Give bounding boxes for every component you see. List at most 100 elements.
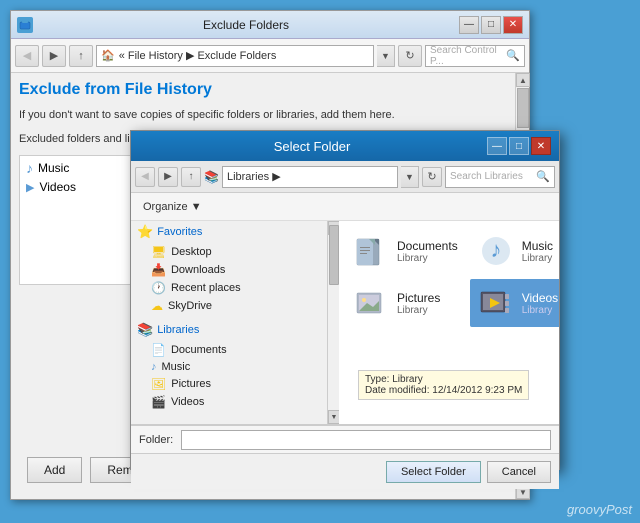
- add-button[interactable]: Add: [27, 457, 82, 483]
- main-window-icon: [17, 17, 33, 33]
- downloads-icon: 📥: [151, 263, 166, 277]
- main-address-bar: ◀ ▶ ↑ 🏠 « File History ▶ Exclude Folders…: [11, 39, 529, 73]
- library-item-music[interactable]: ♪ Music Library: [470, 227, 559, 275]
- dialog-buttons: Select Folder Cancel: [131, 453, 559, 489]
- videos-lib-title: Videos: [522, 291, 558, 305]
- nav-item-pictures[interactable]: 🖼 Pictures: [131, 375, 327, 393]
- dialog-close-button[interactable]: ✕: [531, 137, 551, 155]
- documents-lib-subtitle: Library: [397, 253, 458, 264]
- dialog-minimize-button[interactable]: —: [487, 137, 507, 155]
- nav-desktop-label: Desktop: [171, 246, 211, 258]
- dialog-search-box[interactable]: Search Libraries 🔍: [445, 166, 555, 188]
- dialog-search-placeholder: Search Libraries: [450, 171, 523, 182]
- library-item-videos[interactable]: Videos Library: [470, 279, 559, 327]
- music-icon: ♪: [26, 160, 33, 176]
- nav-scrollbar-thumb[interactable]: [329, 225, 339, 285]
- address-breadcrumb[interactable]: 🏠 « File History ▶ Exclude Folders: [96, 45, 374, 67]
- dialog-address-icon: 📚: [204, 170, 219, 184]
- tooltip-type: Type: Library: [365, 374, 522, 385]
- nav-libraries-header[interactable]: 📚 Libraries: [131, 319, 327, 341]
- nav-libraries-label: Libraries: [157, 324, 199, 336]
- nav-favorites-header[interactable]: ⭐ Favorites: [131, 221, 327, 243]
- videos-lib-text: Videos Library: [522, 291, 558, 316]
- tooltip: Type: Library Date modified: 12/14/2012 …: [358, 370, 529, 400]
- pictures-lib-title: Pictures: [397, 291, 440, 305]
- dialog-breadcrumb[interactable]: Libraries ▶: [222, 166, 398, 188]
- refresh-button[interactable]: ↻: [398, 45, 422, 67]
- music-library-icon: ♪: [478, 233, 514, 269]
- nav-scrollbar[interactable]: ▲ ▼: [327, 221, 339, 424]
- dialog-forward-button[interactable]: ▶: [158, 167, 178, 187]
- dialog-search-icon: 🔍: [536, 170, 550, 183]
- skydrive-icon: ☁: [151, 299, 163, 313]
- library-item-documents[interactable]: Documents Library: [345, 227, 466, 275]
- recent-icon: 🕐: [151, 281, 166, 295]
- dialog-back-button[interactable]: ◀: [135, 167, 155, 187]
- forward-button[interactable]: ▶: [42, 45, 66, 67]
- organize-button[interactable]: Organize ▼: [139, 199, 206, 215]
- tooltip-date: Date modified: 12/14/2012 9:23 PM: [365, 385, 522, 396]
- nav-music-icon: ♪: [151, 361, 157, 373]
- close-button[interactable]: ✕: [503, 16, 523, 34]
- nav-pictures-icon: 🖼: [151, 377, 166, 391]
- select-dialog-title: Select Folder: [139, 139, 485, 154]
- nav-item-documents[interactable]: 📄 Documents: [131, 341, 327, 359]
- page-subtitle: If you don't want to save copies of spec…: [19, 109, 521, 121]
- select-folder-button[interactable]: Select Folder: [386, 461, 481, 483]
- nav-recent-label: Recent places: [171, 282, 241, 294]
- nav-panel: ⭐ Favorites 🖥 Desktop 📥 Downloads 🕐 Rece…: [131, 221, 327, 424]
- breadcrumb-icon: 🏠: [101, 49, 115, 62]
- videos-lib-subtitle: Library: [522, 305, 558, 316]
- nav-downloads-label: Downloads: [171, 264, 225, 276]
- search-box[interactable]: Search Control P... 🔍: [425, 45, 525, 67]
- nav-item-skydrive[interactable]: ☁ SkyDrive: [131, 297, 327, 315]
- libraries-icon: 📚: [137, 322, 153, 338]
- music-lib-title: Music: [522, 239, 553, 253]
- search-icon: 🔍: [506, 49, 520, 62]
- select-toolbar: Organize ▼: [131, 193, 559, 221]
- dialog-address-dropdown[interactable]: ▼: [401, 166, 419, 188]
- select-dialog-title-bar: Select Folder — □ ✕: [131, 131, 559, 161]
- scroll-thumb[interactable]: [517, 88, 529, 128]
- nav-videos-label: Videos: [171, 396, 204, 408]
- nav-favorites-label: Favorites: [157, 226, 202, 238]
- nav-item-music[interactable]: ♪ Music: [131, 359, 327, 375]
- up-button[interactable]: ↑: [69, 45, 93, 67]
- dialog-refresh-button[interactable]: ↻: [422, 167, 442, 187]
- nav-videos-icon: 🎬: [151, 395, 166, 409]
- nav-pictures-label: Pictures: [171, 378, 211, 390]
- nav-scroll-down[interactable]: ▼: [328, 410, 339, 424]
- minimize-button[interactable]: —: [459, 16, 479, 34]
- scroll-up[interactable]: ▲: [516, 73, 530, 87]
- main-title-bar: Exclude Folders — □ ✕: [11, 11, 529, 39]
- documents-lib-title: Documents: [397, 239, 458, 253]
- nav-item-desktop[interactable]: 🖥 Desktop: [131, 243, 327, 261]
- breadcrumb-text: « File History ▶ Exclude Folders: [119, 49, 277, 62]
- library-item-pictures[interactable]: Pictures Library: [345, 279, 466, 327]
- nav-item-videos[interactable]: 🎬 Videos: [131, 393, 327, 411]
- nav-music-label: Music: [162, 361, 191, 373]
- music-lib-subtitle: Library: [522, 253, 553, 264]
- nav-skydrive-label: SkyDrive: [168, 300, 212, 312]
- videos-library-icon: [478, 285, 514, 321]
- address-dropdown[interactable]: ▼: [377, 45, 395, 67]
- star-icon: ⭐: [137, 224, 153, 240]
- documents-lib-text: Documents Library: [397, 239, 458, 264]
- dialog-maximize-button[interactable]: □: [509, 137, 529, 155]
- dialog-up-button[interactable]: ↑: [181, 167, 201, 187]
- folder-input[interactable]: [181, 430, 551, 450]
- excluded-videos-label: Videos: [39, 180, 75, 194]
- nav-item-downloads[interactable]: 📥 Downloads: [131, 261, 327, 279]
- search-placeholder: Search Control P...: [430, 45, 506, 67]
- nav-item-recent[interactable]: 🕐 Recent places: [131, 279, 327, 297]
- cancel-button[interactable]: Cancel: [487, 461, 551, 483]
- nav-scroll-wrap: ⭐ Favorites 🖥 Desktop 📥 Downloads 🕐 Rece…: [131, 221, 339, 424]
- nav-documents-label: Documents: [171, 344, 227, 356]
- music-lib-text: Music Library: [522, 239, 553, 264]
- svg-text:♪: ♪: [490, 237, 501, 262]
- back-button[interactable]: ◀: [15, 45, 39, 67]
- maximize-button[interactable]: □: [481, 16, 501, 34]
- select-address-bar: ◀ ▶ ↑ 📚 Libraries ▶ ▼ ↻ Search Libraries…: [131, 161, 559, 193]
- folder-label: Folder:: [139, 434, 173, 446]
- documents-library-icon: [353, 233, 389, 269]
